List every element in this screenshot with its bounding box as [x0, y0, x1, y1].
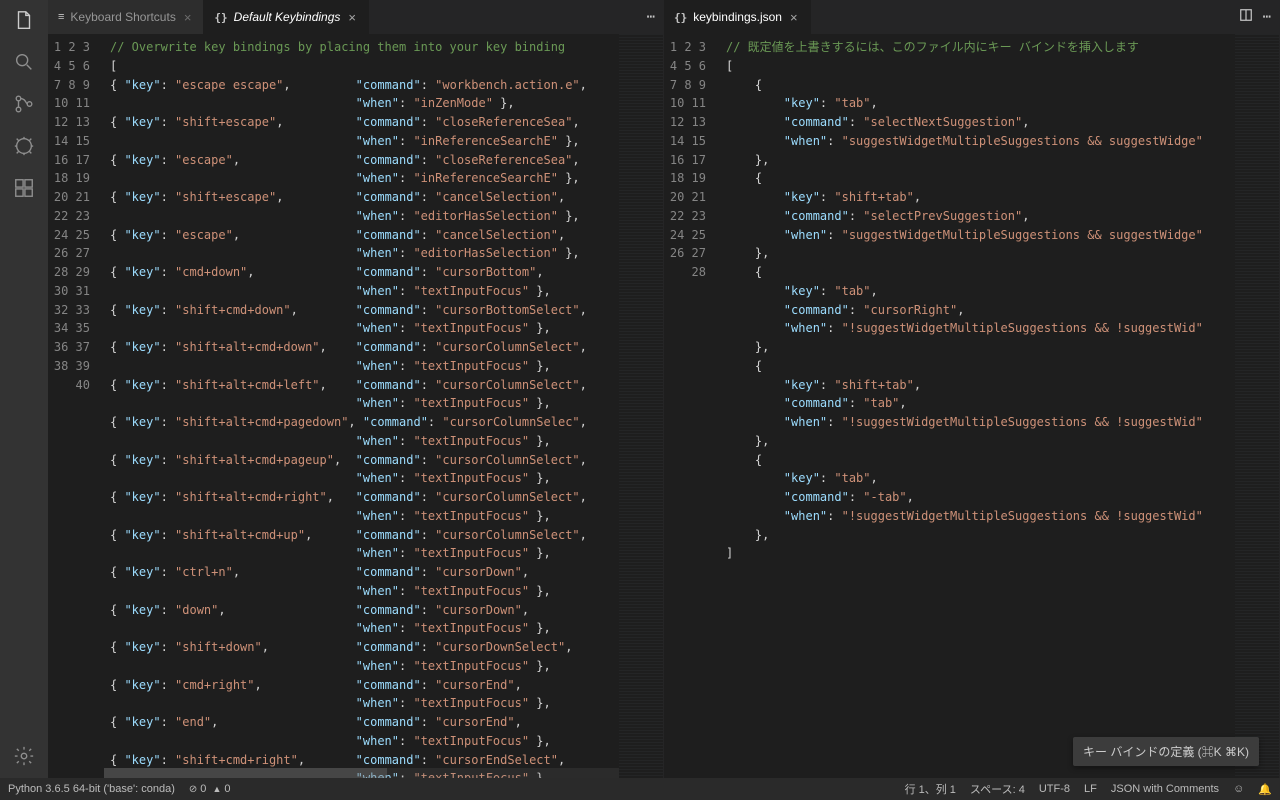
scm-icon[interactable] [12, 92, 36, 116]
bell-icon[interactable]: 🔔 [1258, 783, 1272, 796]
right-code[interactable]: // 既定値を上書きするには、このファイル内にキー バインドを挿入します[ { … [720, 34, 1235, 778]
files-icon[interactable] [12, 8, 36, 32]
left-tabs: ≡ Keyboard Shortcuts × {} Default Keybinding… [48, 0, 663, 34]
define-keybinding-button[interactable]: キー バインドの定義 (⌘K ⌘K) [1073, 737, 1259, 766]
close-icon[interactable]: × [182, 10, 194, 25]
settings-icon[interactable] [12, 744, 36, 768]
tab-overflow-icon[interactable]: ⋯ [1263, 9, 1271, 25]
status-eol[interactable]: LF [1084, 783, 1097, 795]
left-gutter: 1 2 3 4 5 6 7 8 9 10 11 12 13 14 15 16 1… [48, 34, 104, 778]
right-editor[interactable]: 1 2 3 4 5 6 7 8 9 10 11 12 13 14 15 16 1… [664, 34, 1279, 778]
left-editor[interactable]: 1 2 3 4 5 6 7 8 9 10 11 12 13 14 15 16 1… [48, 34, 663, 778]
tab-overflow-icon[interactable]: ⋯ [639, 0, 663, 34]
left-code[interactable]: // Overwrite key bindings by placing the… [104, 34, 619, 778]
right-editor-pane: {} keybindings.json × ⋯ 1 2 3 4 5 6 7 8 9 … [664, 0, 1280, 778]
tab-label: Default Keybindings [234, 10, 341, 24]
editor-area: ≡ Keyboard Shortcuts × {} Default Keybinding… [48, 0, 1280, 778]
feedback-icon[interactable]: ☺ [1233, 783, 1244, 795]
status-encoding[interactable]: UTF-8 [1039, 783, 1070, 795]
close-icon[interactable]: × [788, 10, 800, 25]
status-lang[interactable]: JSON with Comments [1111, 783, 1219, 795]
right-gutter: 1 2 3 4 5 6 7 8 9 10 11 12 13 14 15 16 1… [664, 34, 720, 778]
tab[interactable]: ≡ Keyboard Shortcuts × [48, 0, 204, 34]
status-python[interactable]: Python 3.6.5 64-bit ('base': conda) [8, 783, 175, 795]
minimap[interactable] [619, 34, 663, 778]
tab-label: Keyboard Shortcuts [70, 10, 175, 24]
activity-bar [0, 0, 48, 778]
warning-icon [213, 783, 225, 795]
status-spaces[interactable]: スペース: 4 [970, 781, 1025, 797]
debug-icon[interactable] [12, 134, 36, 158]
tab-label: keybindings.json [693, 10, 782, 24]
status-bar: Python 3.6.5 64-bit ('base': conda) 0 0 … [0, 778, 1280, 800]
close-icon[interactable]: × [346, 10, 358, 25]
split-editor-icon[interactable] [1239, 8, 1253, 26]
horizontal-scrollbar[interactable] [104, 768, 619, 778]
tab[interactable]: {} Default Keybindings × [204, 0, 369, 34]
minimap[interactable] [1235, 34, 1279, 778]
file-icon: ≡ [58, 11, 64, 23]
extensions-icon[interactable] [12, 176, 36, 200]
status-lncol[interactable]: 行 1、列 1 [905, 781, 956, 797]
tab[interactable]: {} keybindings.json × [664, 0, 811, 34]
left-editor-pane: ≡ Keyboard Shortcuts × {} Default Keybinding… [48, 0, 664, 778]
right-tabs: {} keybindings.json × ⋯ [664, 0, 1279, 34]
search-icon[interactable] [12, 50, 36, 74]
file-icon: {} [214, 11, 227, 24]
status-problems[interactable]: 0 0 [189, 783, 231, 795]
file-icon: {} [674, 11, 687, 24]
error-icon [189, 783, 200, 795]
